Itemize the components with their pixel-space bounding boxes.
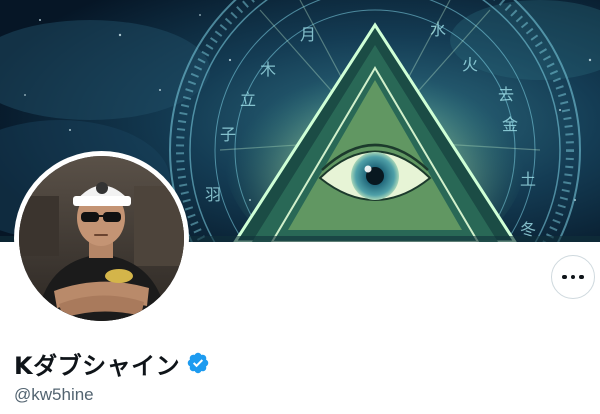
verified-badge-icon[interactable] bbox=[186, 351, 210, 375]
more-options-button[interactable] bbox=[551, 255, 595, 299]
svg-text:木: 木 bbox=[260, 60, 276, 79]
svg-text:月: 月 bbox=[300, 25, 316, 44]
display-name: Kダブシャイン bbox=[14, 351, 181, 380]
profile-handle: @kw5hine bbox=[14, 385, 94, 404]
profile-name-row: Kダブシャイン bbox=[14, 347, 210, 380]
more-dot bbox=[570, 274, 576, 280]
svg-text:羽: 羽 bbox=[205, 185, 221, 204]
avatar-photo bbox=[19, 156, 184, 321]
svg-text:火: 火 bbox=[462, 55, 478, 74]
avatar-frame[interactable] bbox=[14, 151, 189, 326]
more-dot bbox=[579, 274, 584, 280]
avatar[interactable] bbox=[19, 156, 184, 321]
more-options-icon bbox=[562, 274, 567, 280]
